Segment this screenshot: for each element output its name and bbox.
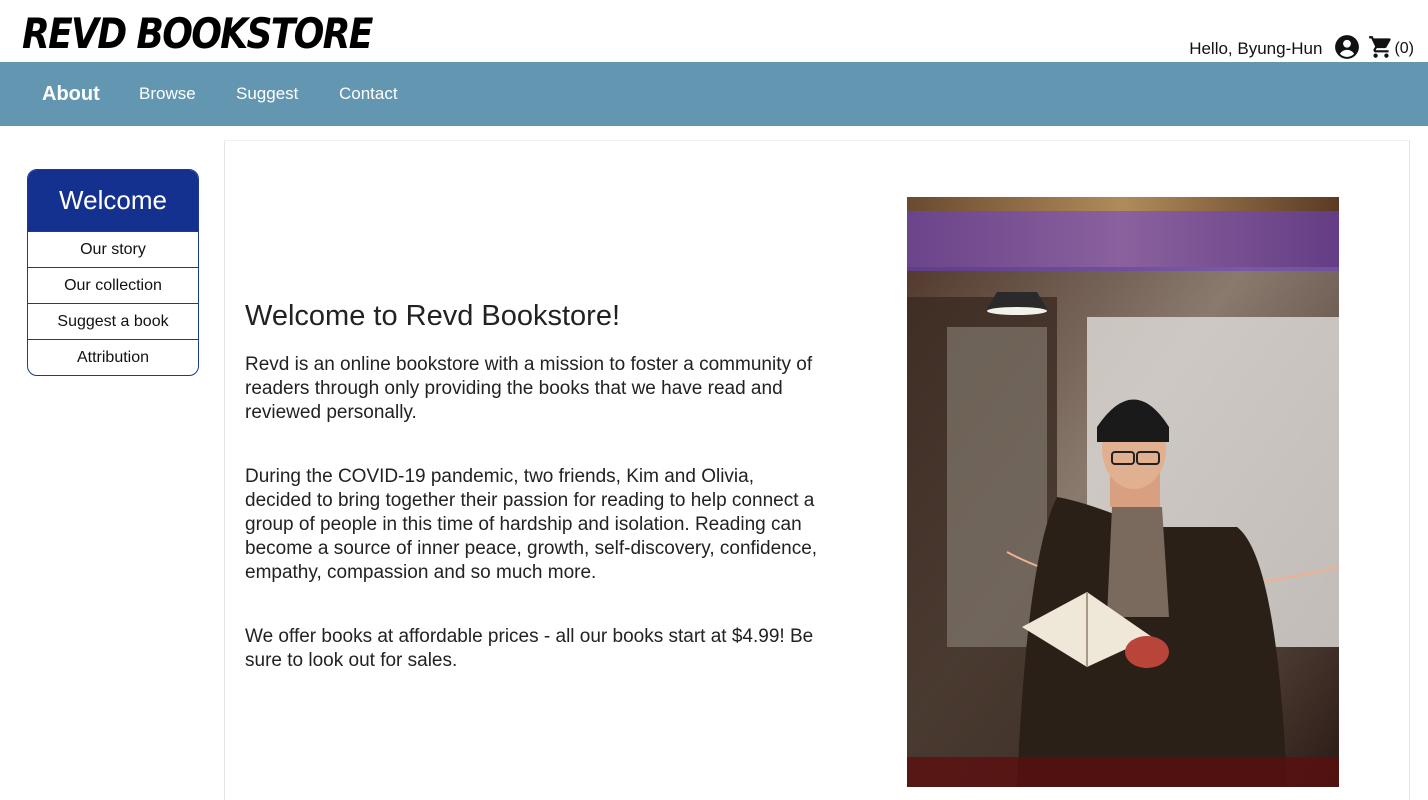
nav-contact[interactable]: Contact (339, 62, 398, 126)
intro-paragraph: Revd is an online bookstore with a missi… (245, 354, 813, 423)
shopping-cart-icon[interactable] (1368, 34, 1394, 65)
sidebar-item-our-collection[interactable]: Our collection (28, 267, 198, 303)
sidebar-title[interactable]: Welcome (28, 170, 198, 231)
sidebar-item-attribution[interactable]: Attribution (28, 339, 198, 375)
header: REVD BOOKSTORE Hello, Byung-Hun (0) (0, 0, 1428, 62)
history-paragraph: During the COVID-19 pandemic, two friend… (245, 466, 818, 583)
main-nav: About Browse Suggest Contact (0, 62, 1428, 126)
account-circle-icon[interactable] (1334, 34, 1360, 65)
nav-suggest[interactable]: Suggest (236, 62, 298, 126)
nav-browse[interactable]: Browse (139, 62, 196, 126)
welcome-article: Welcome to Revd Bookstore! Revd is an on… (245, 300, 825, 713)
nav-about[interactable]: About (42, 62, 100, 126)
site-logo[interactable]: REVD BOOKSTORE (22, 8, 373, 60)
bookstore-photo (907, 197, 1339, 787)
user-greeting: Hello, Byung-Hun (1189, 39, 1323, 58)
sidebar-item-suggest-a-book[interactable]: Suggest a book (28, 303, 198, 339)
user-area: Hello, Byung-Hun (0) (1189, 34, 1414, 64)
cart-count[interactable]: (0) (1394, 40, 1414, 58)
pricing-paragraph: We offer books at affordable prices - al… (245, 626, 814, 671)
sidebar-menu: Welcome Our story Our collection Suggest… (27, 169, 199, 376)
page-title: Welcome to Revd Bookstore! (245, 300, 621, 332)
sidebar-item-our-story[interactable]: Our story (28, 231, 198, 267)
